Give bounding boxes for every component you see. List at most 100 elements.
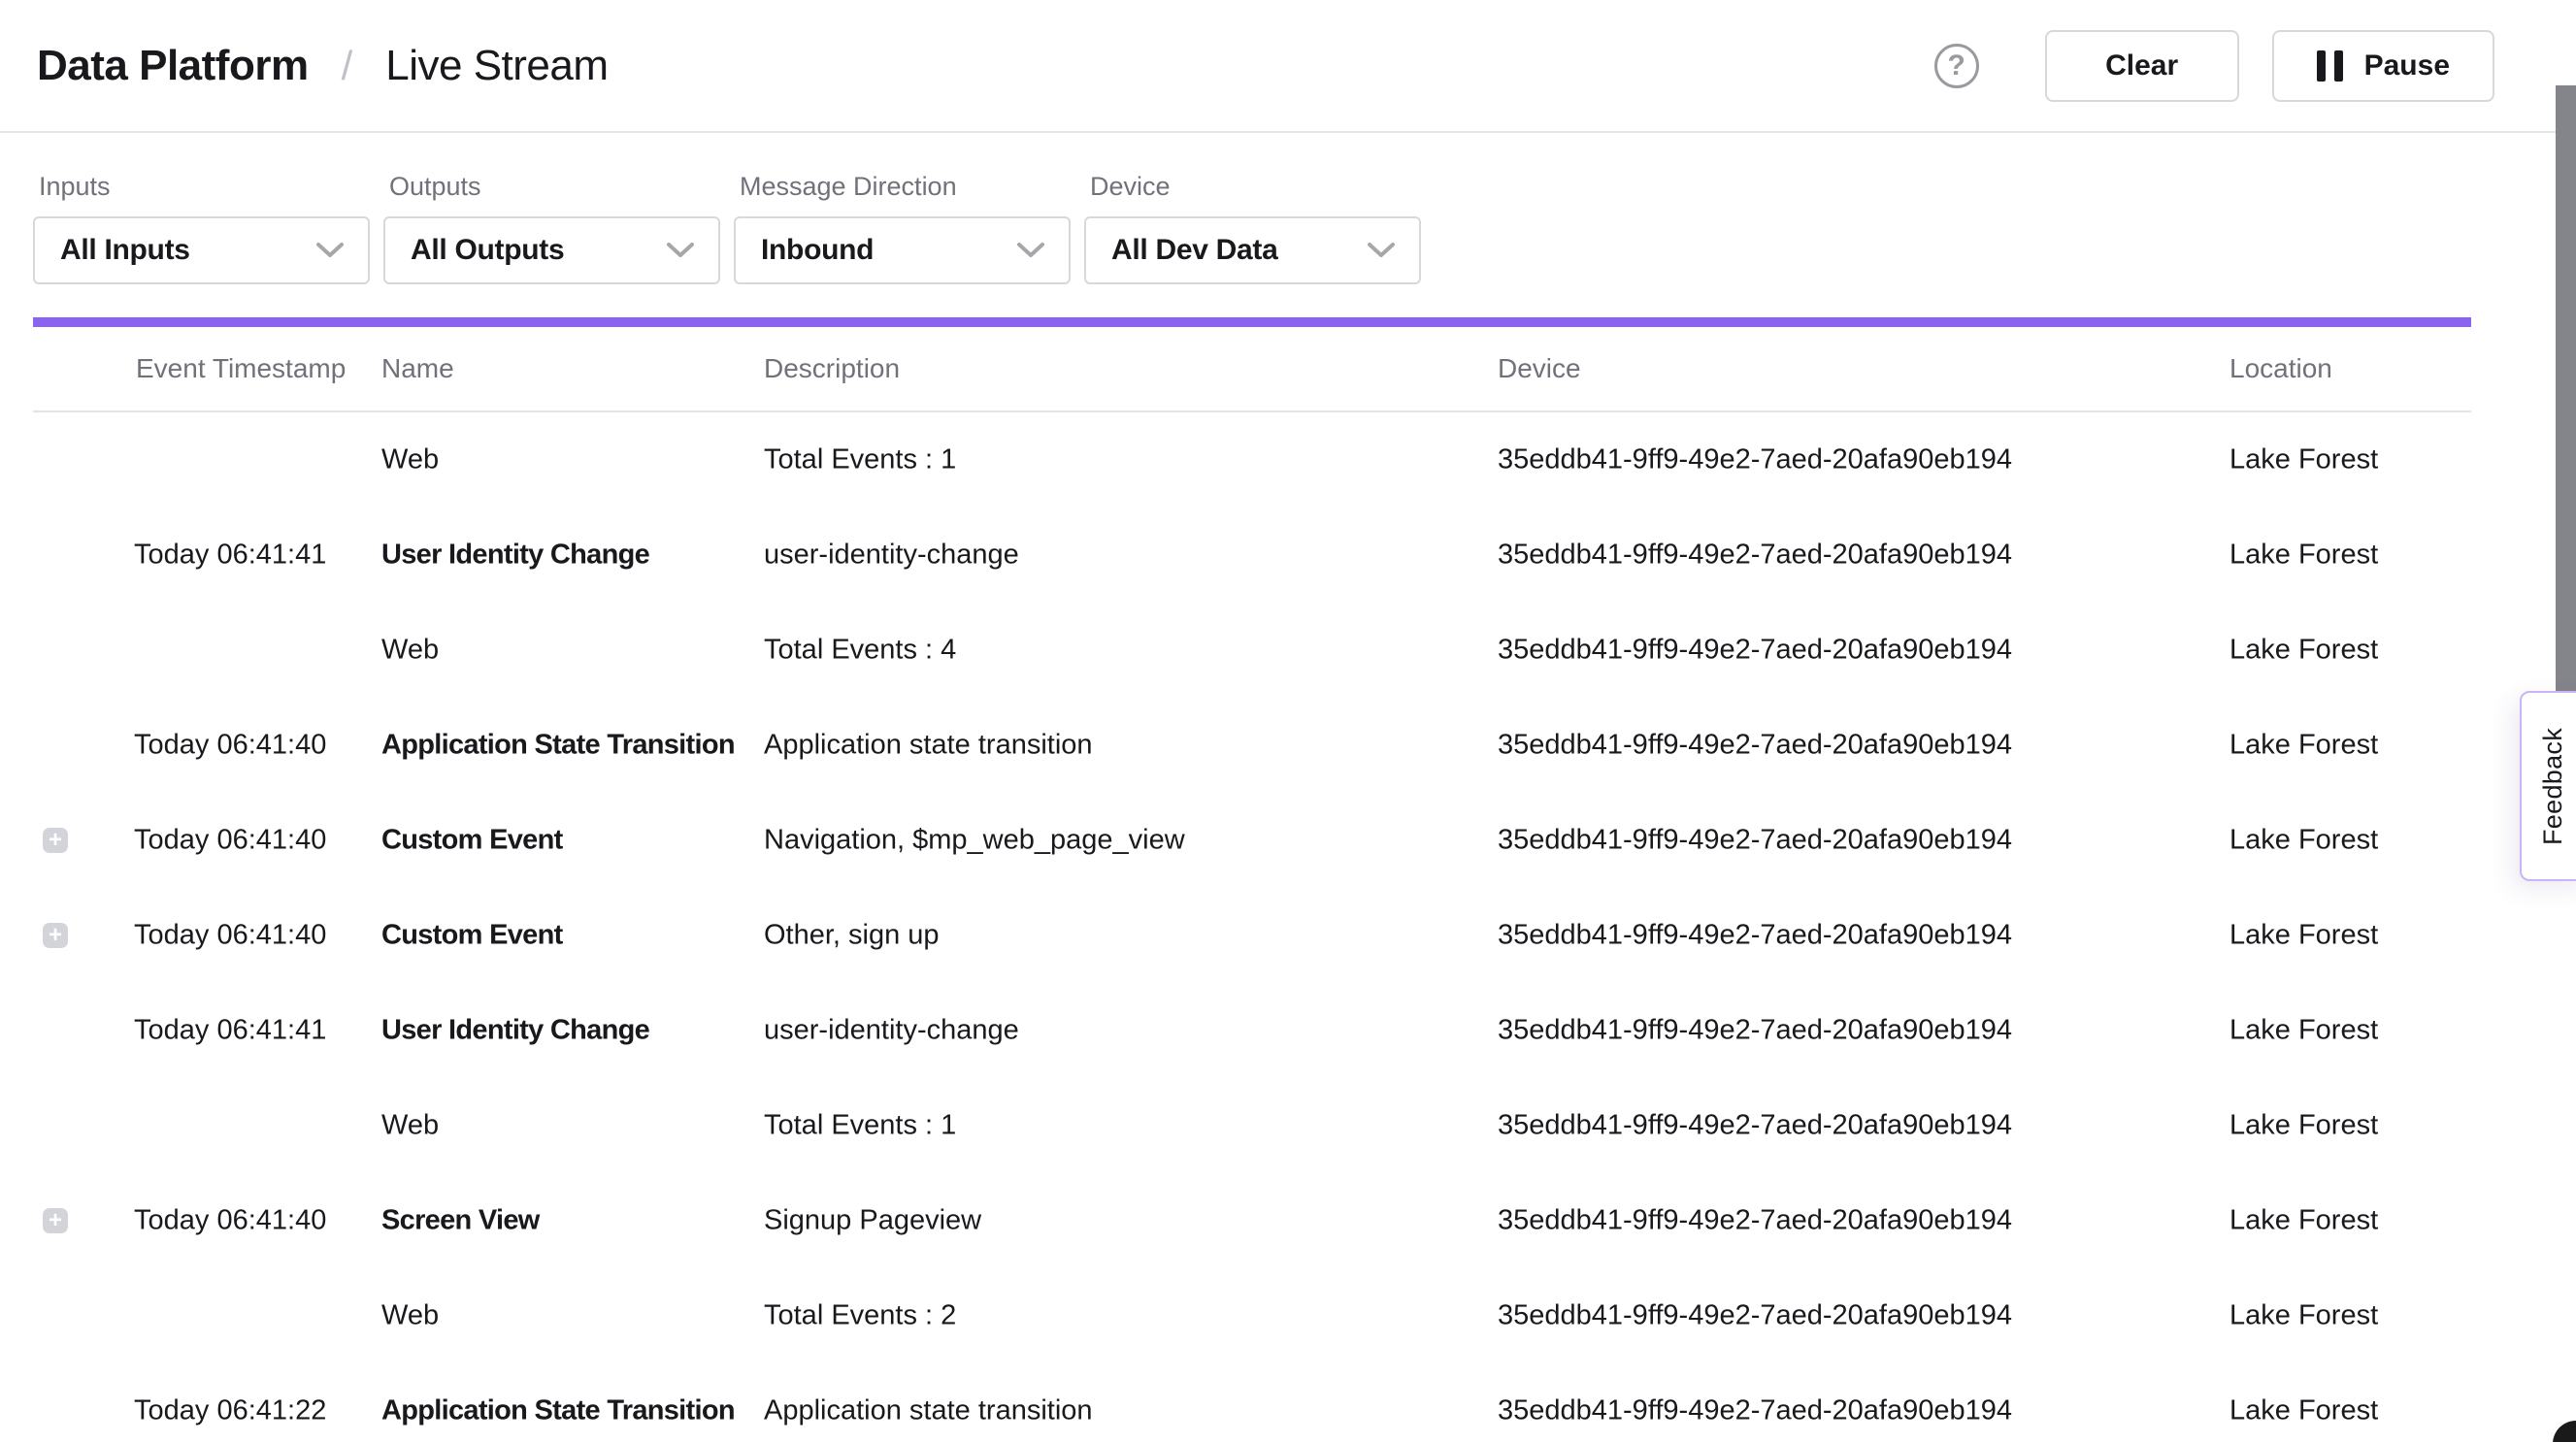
filter-group-device: Device All Dev Data (1084, 172, 1421, 284)
cell-timestamp: Today 06:41:41 (134, 540, 326, 572)
cell-name: Web (381, 444, 439, 476)
filter-label-message-direction: Message Direction (740, 172, 1071, 202)
table-row[interactable]: + Web Total Events : 4 35eddb41-9ff9-49e… (0, 603, 2576, 698)
cell-name: Web (381, 1300, 439, 1332)
table-row[interactable]: + Today 06:41:40 Application State Trans… (0, 698, 2576, 793)
cell-description: Signup Pageview (764, 1205, 981, 1237)
breadcrumb-section[interactable]: Data Platform (37, 42, 309, 90)
cell-name: Custom Event (381, 920, 563, 952)
help-icon[interactable]: ? (1934, 44, 1979, 88)
cell-description: Total Events : 2 (764, 1300, 956, 1332)
cell-timestamp: Today 06:41:22 (134, 1395, 326, 1427)
message-direction-dropdown[interactable]: Inbound (734, 216, 1071, 284)
cell-name: Application State Transition (381, 730, 735, 762)
expand-icon[interactable]: + (43, 828, 68, 853)
expand-icon[interactable]: + (43, 923, 68, 948)
column-header-description: Description (764, 353, 900, 384)
device-dropdown-value: All Dev Data (1111, 234, 1277, 267)
cell-location: Lake Forest (2229, 1205, 2378, 1237)
device-dropdown[interactable]: All Dev Data (1084, 216, 1421, 284)
cell-name: User Identity Change (381, 1015, 649, 1047)
chevron-down-icon (666, 242, 695, 259)
table-row[interactable]: + Today 06:41:40 Screen View Signup Page… (0, 1173, 2576, 1268)
cell-description: Application state transition (764, 1395, 1093, 1427)
chevron-down-icon (315, 242, 345, 259)
page-header: Data Platform / Live Stream ? Clear Paus… (0, 0, 2576, 133)
table-row[interactable]: + Today 06:41:41 User Identity Change us… (0, 983, 2576, 1078)
cell-device: 35eddb41-9ff9-49e2-7aed-20afa90eb194 (1498, 1205, 2012, 1237)
filter-label-device: Device (1090, 172, 1421, 202)
filter-group-inputs: Inputs All Inputs (33, 172, 370, 284)
cell-name: Application State Transition (381, 1395, 735, 1427)
event-table-header: Event Timestamp Name Description Device … (0, 327, 2576, 410)
cell-device: 35eddb41-9ff9-49e2-7aed-20afa90eb194 (1498, 540, 2012, 572)
table-row[interactable]: + Today 06:41:40 Custom Event Navigation… (0, 793, 2576, 888)
cell-description: Navigation, $mp_web_page_view (764, 825, 1185, 857)
vertical-scrollbar[interactable] (2556, 85, 2576, 691)
cell-location: Lake Forest (2229, 444, 2378, 476)
cell-device: 35eddb41-9ff9-49e2-7aed-20afa90eb194 (1498, 825, 2012, 857)
cell-location: Lake Forest (2229, 1110, 2378, 1142)
cell-device: 35eddb41-9ff9-49e2-7aed-20afa90eb194 (1498, 444, 2012, 476)
page-title: Live Stream (385, 42, 608, 90)
table-row[interactable]: + Web Total Events : 2 35eddb41-9ff9-49e… (0, 1268, 2576, 1363)
cell-device: 35eddb41-9ff9-49e2-7aed-20afa90eb194 (1498, 635, 2012, 667)
expand-icon[interactable]: + (43, 1208, 68, 1233)
outputs-dropdown[interactable]: All Outputs (383, 216, 720, 284)
feedback-tab[interactable]: Feedback (2520, 691, 2576, 881)
event-table-body: + Web Total Events : 1 35eddb41-9ff9-49e… (0, 412, 2576, 1442)
cell-timestamp: Today 06:41:40 (134, 825, 326, 857)
cell-device: 35eddb41-9ff9-49e2-7aed-20afa90eb194 (1498, 920, 2012, 952)
breadcrumb-separator: / (342, 43, 353, 89)
cell-location: Lake Forest (2229, 920, 2378, 952)
pause-button-label: Pause (2364, 49, 2450, 82)
cell-name: User Identity Change (381, 540, 649, 572)
accent-divider (33, 317, 2471, 327)
column-header-device: Device (1498, 353, 1581, 384)
cell-description: user-identity-change (764, 1015, 1019, 1047)
cell-timestamp: Today 06:41:41 (134, 1015, 326, 1047)
column-header-location: Location (2229, 353, 2332, 384)
cell-location: Lake Forest (2229, 825, 2378, 857)
chevron-down-icon (1367, 242, 1396, 259)
filter-label-outputs: Outputs (389, 172, 720, 202)
table-row[interactable]: + Today 06:41:22 Application State Trans… (0, 1363, 2576, 1442)
cell-description: user-identity-change (764, 540, 1019, 572)
cell-description: Total Events : 4 (764, 635, 956, 667)
cell-device: 35eddb41-9ff9-49e2-7aed-20afa90eb194 (1498, 1300, 2012, 1332)
cell-location: Lake Forest (2229, 540, 2378, 572)
feedback-tab-label: Feedback (2538, 728, 2574, 845)
header-actions: ? Clear Pause (1934, 30, 2494, 102)
clear-button[interactable]: Clear (2045, 30, 2239, 102)
table-row[interactable]: + Web Total Events : 1 35eddb41-9ff9-49e… (0, 412, 2576, 508)
filter-group-message-direction: Message Direction Inbound (734, 172, 1071, 284)
filter-label-inputs: Inputs (39, 172, 370, 202)
table-row[interactable]: + Web Total Events : 1 35eddb41-9ff9-49e… (0, 1078, 2576, 1173)
cell-location: Lake Forest (2229, 1300, 2378, 1332)
cell-device: 35eddb41-9ff9-49e2-7aed-20afa90eb194 (1498, 1015, 2012, 1047)
column-header-timestamp: Event Timestamp (136, 353, 346, 384)
cell-timestamp: Today 06:41:40 (134, 920, 326, 952)
cell-description: Application state transition (764, 730, 1093, 762)
cell-device: 35eddb41-9ff9-49e2-7aed-20afa90eb194 (1498, 730, 2012, 762)
pause-button[interactable]: Pause (2272, 30, 2494, 102)
outputs-dropdown-value: All Outputs (411, 234, 564, 267)
cell-location: Lake Forest (2229, 730, 2378, 762)
cell-device: 35eddb41-9ff9-49e2-7aed-20afa90eb194 (1498, 1395, 2012, 1427)
cell-name: Custom Event (381, 825, 563, 857)
cell-name: Web (381, 1110, 439, 1142)
cell-description: Other, sign up (764, 920, 940, 952)
cell-location: Lake Forest (2229, 1395, 2378, 1427)
pause-icon (2317, 50, 2343, 82)
cell-name: Web (381, 635, 439, 667)
cell-location: Lake Forest (2229, 635, 2378, 667)
cell-device: 35eddb41-9ff9-49e2-7aed-20afa90eb194 (1498, 1110, 2012, 1142)
table-row[interactable]: + Today 06:41:40 Custom Event Other, sig… (0, 888, 2576, 983)
table-row[interactable]: + Today 06:41:41 User Identity Change us… (0, 508, 2576, 603)
filter-bar: Inputs All Inputs Outputs All Outputs Me… (0, 133, 2576, 284)
inputs-dropdown[interactable]: All Inputs (33, 216, 370, 284)
cell-name: Screen View (381, 1205, 540, 1237)
cell-location: Lake Forest (2229, 1015, 2378, 1047)
cell-timestamp: Today 06:41:40 (134, 730, 326, 762)
chevron-down-icon (1016, 242, 1045, 259)
